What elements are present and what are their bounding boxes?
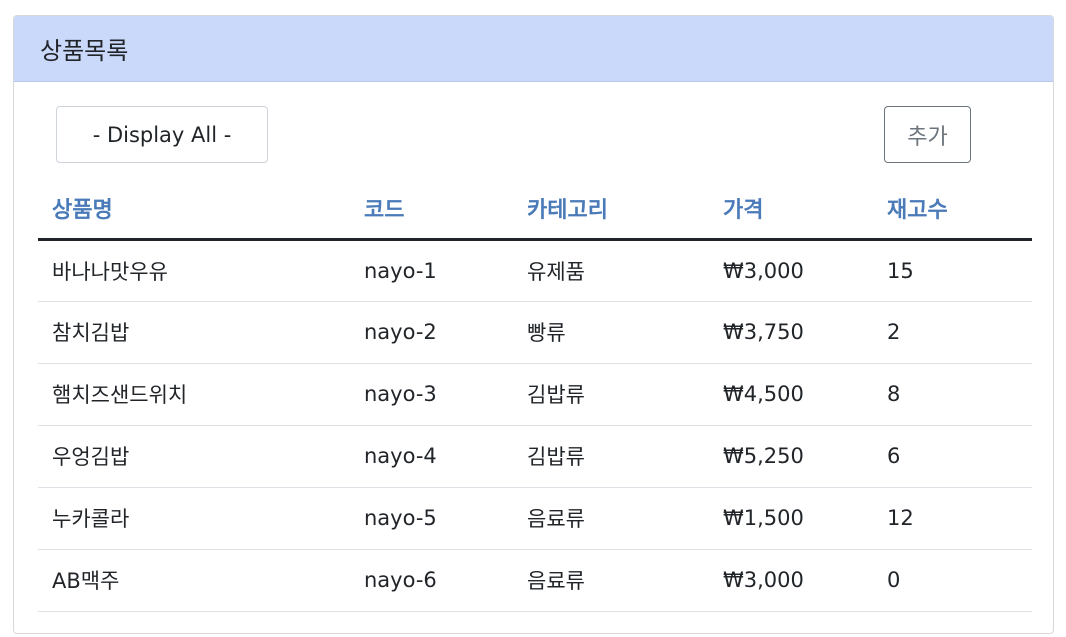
cell-product-name: 참치김밥 bbox=[38, 301, 350, 364]
table-row[interactable]: 참치김밥 nayo-2 빵류 ₩3,750 2 bbox=[38, 301, 1032, 364]
cell-product-name: AB맥주 bbox=[38, 549, 350, 612]
product-list-card: 상품목록 - Display All - 추가 상품명 코드 카테고리 가격 재… bbox=[13, 15, 1054, 634]
cell-price: ₩3,000 bbox=[709, 239, 873, 302]
cell-stock: 2 bbox=[873, 301, 1032, 364]
product-table: 상품명 코드 카테고리 가격 재고수 바나나맛우유 nayo-1 유제품 ₩3,… bbox=[38, 179, 1032, 612]
add-button[interactable]: 추가 bbox=[884, 106, 971, 163]
cell-code: nayo-4 bbox=[350, 425, 513, 488]
table-row[interactable]: 바나나맛우유 nayo-1 유제품 ₩3,000 15 bbox=[38, 239, 1032, 302]
toolbar: - Display All - 추가 bbox=[14, 106, 1053, 164]
cell-stock: 6 bbox=[873, 425, 1032, 488]
table-row[interactable]: 누카콜라 nayo-5 음료류 ₩1,500 12 bbox=[38, 487, 1032, 550]
table-header-row: 상품명 코드 카테고리 가격 재고수 bbox=[38, 179, 1032, 241]
table-row[interactable]: AB맥주 nayo-6 음료류 ₩3,000 0 bbox=[38, 549, 1032, 612]
cell-code: nayo-6 bbox=[350, 549, 513, 612]
cell-code: nayo-3 bbox=[350, 363, 513, 426]
cell-product-name: 햄치즈샌드위치 bbox=[38, 363, 350, 426]
cell-category: 김밥류 bbox=[513, 363, 709, 426]
cell-product-name: 우엉김밥 bbox=[38, 425, 350, 488]
column-header-name[interactable]: 상품명 bbox=[38, 179, 350, 241]
cell-price: ₩5,250 bbox=[709, 425, 873, 488]
cell-product-name: 바나나맛우유 bbox=[38, 239, 350, 302]
category-filter-select[interactable]: - Display All - bbox=[56, 106, 268, 163]
cell-category: 유제품 bbox=[513, 239, 709, 302]
category-filter-value: - Display All - bbox=[92, 122, 232, 147]
cell-category: 김밥류 bbox=[513, 425, 709, 488]
cell-code: nayo-2 bbox=[350, 301, 513, 364]
cell-stock: 15 bbox=[873, 239, 1032, 302]
column-header-code[interactable]: 코드 bbox=[350, 179, 513, 241]
cell-stock: 12 bbox=[873, 487, 1032, 550]
cell-stock: 8 bbox=[873, 363, 1032, 426]
card-header: 상품목록 bbox=[14, 16, 1053, 82]
cell-price: ₩3,000 bbox=[709, 549, 873, 612]
cell-code: nayo-5 bbox=[350, 487, 513, 550]
table-row[interactable]: 햄치즈샌드위치 nayo-3 김밥류 ₩4,500 8 bbox=[38, 363, 1032, 426]
cell-price: ₩4,500 bbox=[709, 363, 873, 426]
column-header-stock[interactable]: 재고수 bbox=[873, 179, 1032, 241]
cell-category: 빵류 bbox=[513, 301, 709, 364]
cell-product-name: 누카콜라 bbox=[38, 487, 350, 550]
page-title: 상품목록 bbox=[40, 37, 129, 65]
cell-price: ₩1,500 bbox=[709, 487, 873, 550]
cell-category: 음료류 bbox=[513, 549, 709, 612]
cell-code: nayo-1 bbox=[350, 239, 513, 302]
cell-stock: 0 bbox=[873, 549, 1032, 612]
column-header-category[interactable]: 카테고리 bbox=[513, 179, 709, 241]
column-header-price[interactable]: 가격 bbox=[709, 179, 873, 241]
table-row[interactable]: 우엉김밥 nayo-4 김밥류 ₩5,250 6 bbox=[38, 425, 1032, 488]
cell-price: ₩3,750 bbox=[709, 301, 873, 364]
cell-category: 음료류 bbox=[513, 487, 709, 550]
